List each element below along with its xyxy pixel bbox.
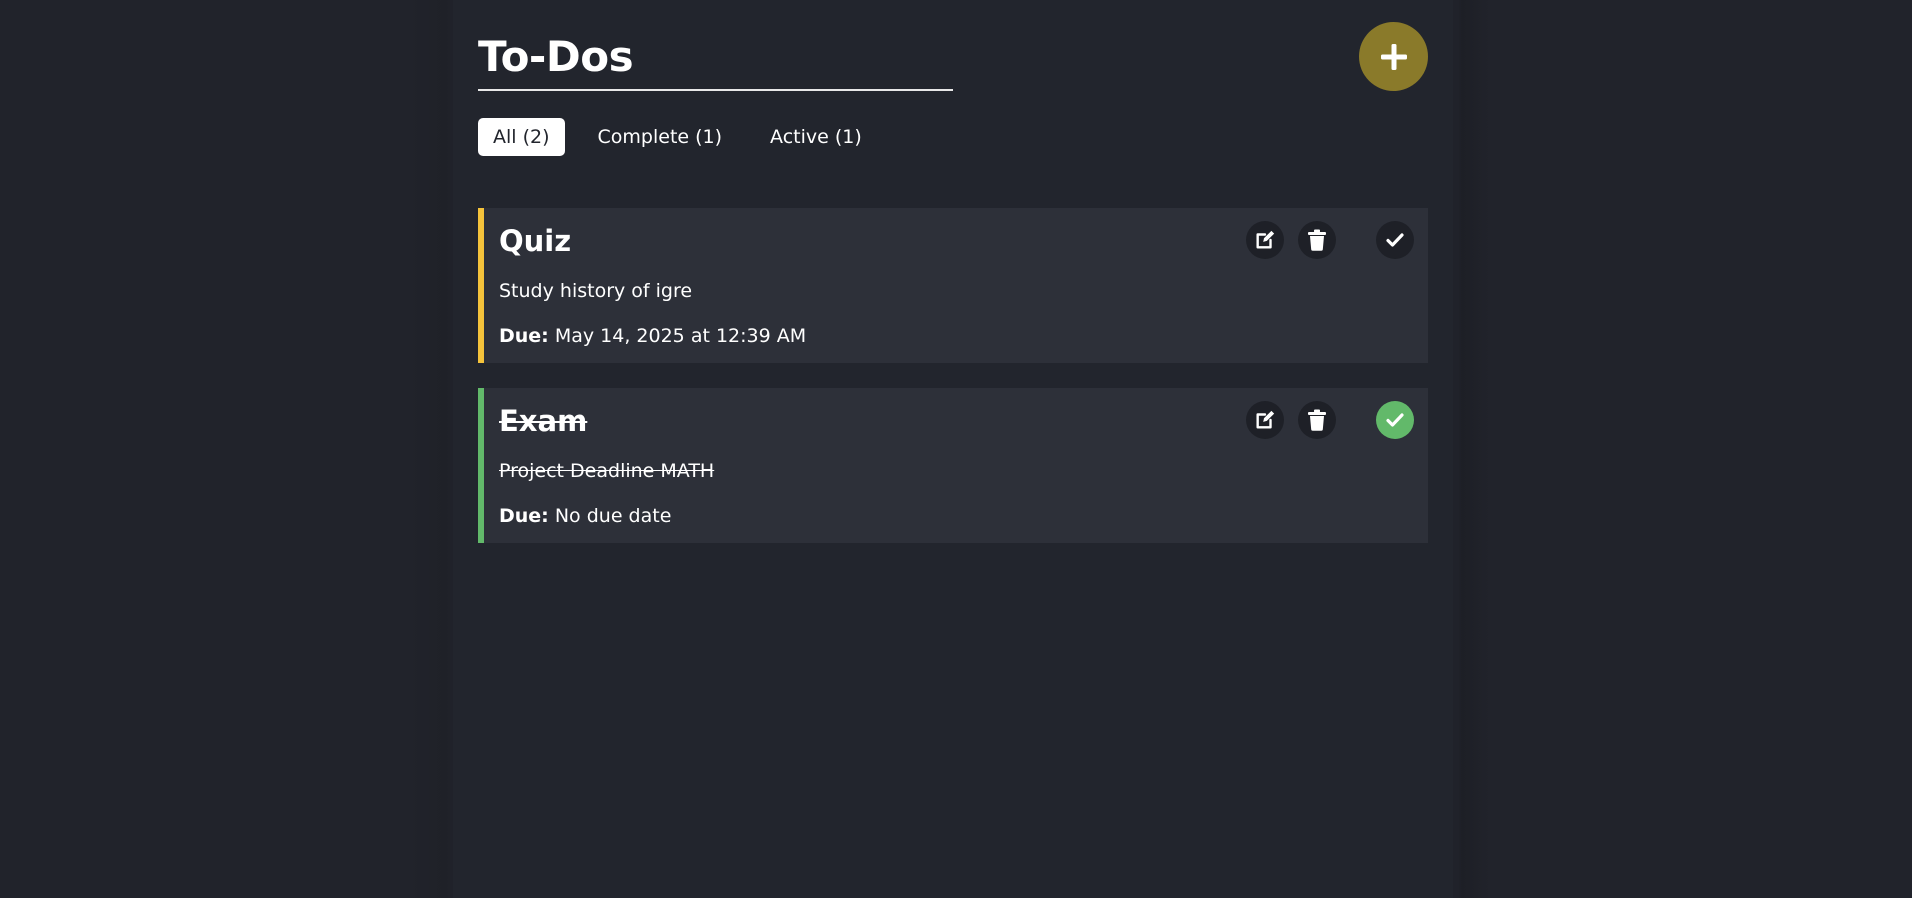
filter-all-tab[interactable]: All (2) [478,118,565,156]
todo-card: Exam Project Deadline MATH Due: No due d… [478,388,1428,543]
todo-title: Exam [499,404,588,438]
plus-icon [1380,43,1407,70]
page: To-Dos All (2) Complete (1) Active (1) Q… [0,0,1912,898]
check-icon [1386,233,1404,247]
due-value: No due date [554,505,672,527]
edit-icon [1256,230,1275,249]
check-icon [1386,413,1404,427]
todo-due: Due: No due date [499,503,671,529]
todo-due: Due: May 14, 2025 at 12:39 AM [499,323,806,349]
filter-complete-tab[interactable]: Complete (1) [583,118,738,156]
todo-description: Project Deadline MATH [499,460,715,482]
trash-icon [1308,229,1326,251]
complete-toggle[interactable] [1376,221,1414,259]
trash-icon [1308,409,1326,431]
edit-icon [1256,410,1275,429]
edit-button[interactable] [1246,221,1284,259]
todo-title: Quiz [499,224,572,258]
complete-toggle[interactable] [1376,401,1414,439]
delete-button[interactable] [1298,401,1336,439]
todo-description: Study history of igre [499,280,693,302]
filter-tabs: All (2) Complete (1) Active (1) [478,118,877,156]
page-title: To-Dos [478,32,634,81]
delete-button[interactable] [1298,221,1336,259]
todo-card: Quiz Study history of igre Due: May 14, … [478,208,1428,363]
due-label: Due: [499,325,549,347]
filter-active-tab[interactable]: Active (1) [755,118,877,156]
add-todo-button[interactable] [1359,22,1428,91]
edit-button[interactable] [1246,401,1284,439]
due-value: May 14, 2025 at 12:39 AM [554,325,807,347]
page-header: To-Dos [478,27,953,91]
due-label: Due: [499,505,549,527]
